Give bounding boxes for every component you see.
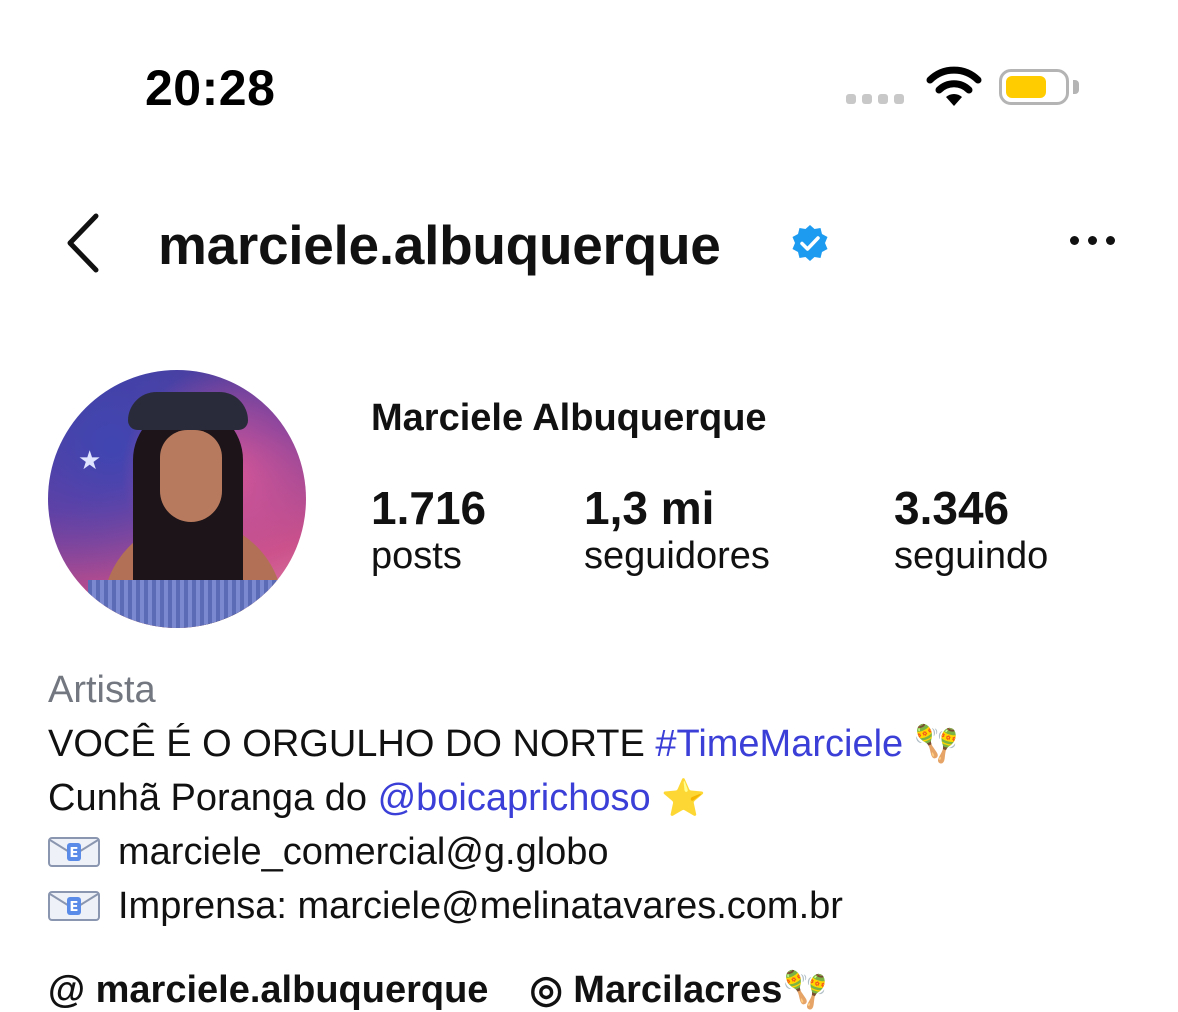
stat-posts[interactable]: 1.716 posts xyxy=(371,482,486,578)
email-press[interactable]: Imprensa: marciele@melinatavares.com.br xyxy=(118,885,843,927)
profile-links-row: @ marciele.albuquerque ◎ Marcilacres🪇 xyxy=(48,968,827,1012)
threads-icon[interactable]: @ xyxy=(48,969,85,1011)
battery-cap xyxy=(1073,80,1079,94)
svg-text:E: E xyxy=(70,846,79,861)
envelope-icon: E xyxy=(48,891,100,921)
bio-line-3: E marciele_comercial@g.globo xyxy=(48,830,609,874)
profile-category: Artista xyxy=(48,669,156,711)
wifi-icon xyxy=(926,66,982,106)
hashtag-link[interactable]: #TimeMarciele xyxy=(655,723,903,765)
stat-following[interactable]: 3.346 seguindo xyxy=(894,482,1048,578)
back-chevron-icon[interactable] xyxy=(60,210,106,276)
email-commercial[interactable]: marciele_comercial@g.globo xyxy=(118,831,609,873)
threads-handle[interactable]: marciele.albuquerque xyxy=(96,969,489,1011)
bio-line-1-text: VOCÊ É O ORGULHO DO NORTE xyxy=(48,723,656,765)
stat-followers-label: seguidores xyxy=(584,535,770,577)
star-emoji: ⭐ xyxy=(661,777,707,818)
whatsapp-label[interactable]: Marcilacres xyxy=(573,969,782,1011)
maracas-emoji: 🪇 xyxy=(782,969,828,1010)
bio-line-1: VOCÊ É O ORGULHO DO NORTE #TimeMarciele … xyxy=(48,722,959,766)
status-time: 20:28 xyxy=(145,60,276,116)
stat-followers-value: 1,3 mi xyxy=(584,482,715,534)
mention-link[interactable]: @boicaprichoso xyxy=(378,777,651,819)
stat-posts-value: 1.716 xyxy=(371,482,487,534)
bio-line-2: Cunhã Poranga do @boicaprichoso ⭐ xyxy=(48,776,706,820)
battery-icon xyxy=(999,69,1069,105)
stat-following-value: 3.346 xyxy=(894,482,1010,534)
stat-followers[interactable]: 1,3 mi seguidores xyxy=(584,482,770,578)
verified-badge-icon xyxy=(792,225,828,261)
stat-following-label: seguindo xyxy=(894,535,1049,577)
whatsapp-icon[interactable]: ◎ xyxy=(530,969,563,1011)
bio-line-4: E Imprensa: marciele@melinatavares.com.b… xyxy=(48,884,843,928)
stat-posts-label: posts xyxy=(371,535,462,577)
svg-text:E: E xyxy=(70,900,79,915)
cellular-signal-icon xyxy=(846,94,904,104)
bio-line-2-text: Cunhã Poranga do xyxy=(48,777,378,819)
profile-avatar[interactable]: ★ xyxy=(48,370,306,628)
more-options-icon[interactable] xyxy=(1070,236,1115,245)
maracas-emoji: 🪇 xyxy=(913,723,959,764)
profile-full-name: Marciele Albuquerque xyxy=(371,397,767,439)
profile-username: marciele.albuquerque xyxy=(158,214,721,276)
envelope-icon: E xyxy=(48,837,100,867)
